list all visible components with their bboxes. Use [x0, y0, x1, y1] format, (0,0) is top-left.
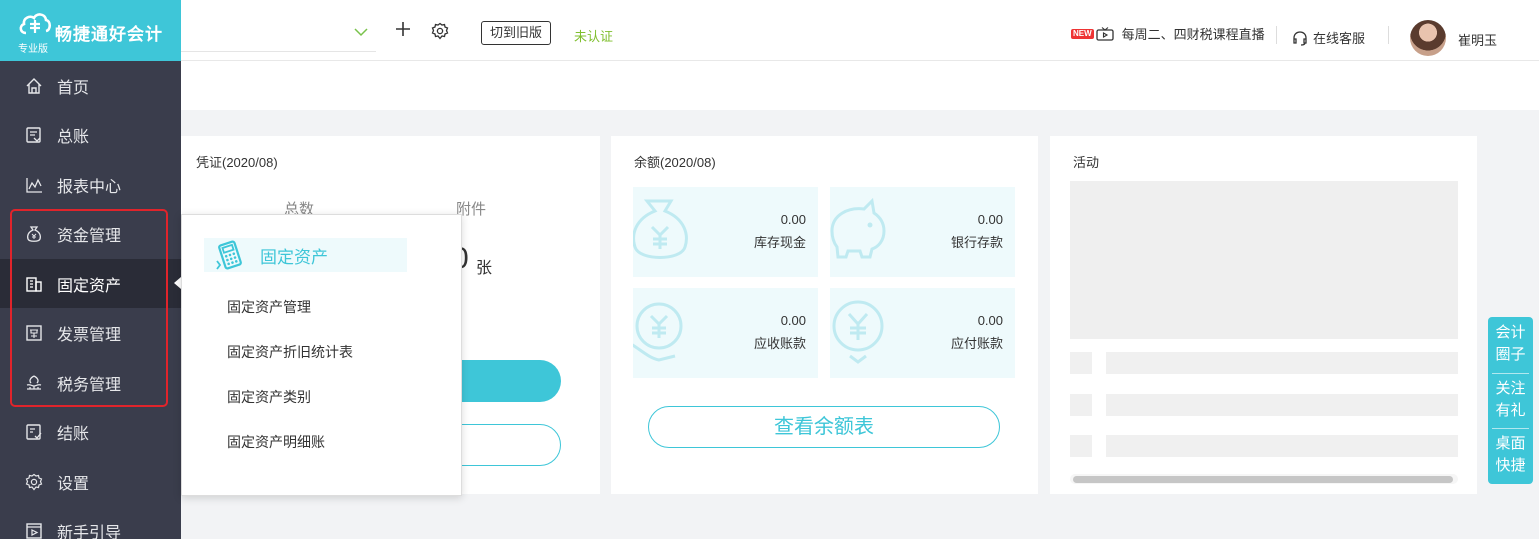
payable-icon [832, 300, 884, 364]
attachment-unit: 张 [476, 260, 493, 277]
calculator-icon [216, 240, 242, 270]
live-course-text: 每周二、四财税课程直播 [1121, 27, 1265, 42]
guide-icon [25, 522, 43, 539]
skeleton-block [1070, 394, 1092, 416]
float-desktop-shortcut[interactable]: 桌面 快捷 [1488, 433, 1533, 477]
balance-card: 余额(2020/08) 0.00 库存现金 0.00 银行存款 0.00 应收账… [611, 136, 1038, 494]
submenu-item-asset-ledger[interactable]: 固定资产明细账 [227, 432, 325, 452]
divider [1276, 26, 1277, 44]
submenu-title: 固定资产 [260, 247, 328, 267]
float-line: 快捷 [1495, 457, 1526, 474]
account-set-select[interactable] [181, 14, 376, 52]
tv-icon [1096, 26, 1114, 41]
fixed-assets-submenu: 固定资产 固定资产管理 固定资产折旧统计表 固定资产类别 固定资产明细账 [181, 214, 462, 496]
submenu-item-depreciation-report[interactable]: 固定资产折旧统计表 [227, 342, 353, 362]
balance-tile-payable[interactable]: 0.00 应付账款 [830, 288, 1015, 378]
closing-icon [25, 423, 43, 441]
balance-tile-receivable[interactable]: 0.00 应收账款 [633, 288, 818, 378]
online-support-text: 在线客服 [1313, 31, 1366, 46]
sidebar-item-reports[interactable]: 报表中心 [0, 160, 181, 209]
sidebar-item-label: 设置 [57, 475, 90, 493]
balance-amount: 0.00 [977, 313, 1003, 328]
user-name[interactable]: 崔明玉 [1458, 30, 1497, 49]
float-line: 桌面 [1495, 435, 1526, 452]
sidebar-item-closing[interactable]: 结账 [0, 407, 181, 456]
float-line: 关注 [1495, 380, 1526, 397]
sidebar-item-label: 总账 [57, 128, 90, 146]
sidebar: 畅捷通好会计 专业版 首页 总账 报表中心 资金管理 固定资产 发票管理 税务管… [0, 0, 181, 539]
float-line: 会计 [1495, 324, 1526, 341]
plus-icon [396, 22, 410, 36]
cloud-logo-icon [19, 13, 52, 35]
balance-tile-cash[interactable]: 0.00 库存现金 [633, 187, 818, 277]
card-title: 活动 [1073, 155, 1100, 170]
activity-banner-placeholder [1070, 181, 1458, 339]
balance-label: 应付账款 [950, 336, 1003, 351]
sidebar-item-label: 新手引导 [57, 524, 122, 539]
ledger-icon [25, 126, 43, 144]
gear-icon [431, 22, 449, 40]
settings-button[interactable] [431, 22, 449, 40]
online-support-link[interactable]: 在线客服 [1292, 28, 1365, 47]
float-line: 有礼 [1495, 402, 1526, 419]
skeleton-line [1106, 435, 1458, 457]
sidebar-item-label: 首页 [57, 79, 90, 97]
sidebar-item-settings[interactable]: 设置 [0, 457, 181, 506]
sidebar-item-label: 报表中心 [57, 178, 122, 196]
brand-logo[interactable]: 畅捷通好会计 专业版 [0, 0, 181, 61]
balance-amount: 0.00 [977, 212, 1003, 227]
highlight-box [10, 209, 168, 407]
balance-tile-bank[interactable]: 0.00 银行存款 [830, 187, 1015, 277]
avatar[interactable] [1410, 20, 1446, 56]
balance-label: 银行存款 [950, 235, 1003, 250]
balance-amount: 0.00 [780, 313, 806, 328]
view-balance-sheet-button[interactable]: 查看余额表 [648, 406, 1000, 448]
skeleton-line [1106, 352, 1458, 374]
submenu-item-asset-categories[interactable]: 固定资产类别 [227, 387, 311, 407]
switch-old-version-button[interactable]: 切到旧版 [481, 21, 552, 45]
submenu-item-asset-management[interactable]: 固定资产管理 [227, 297, 311, 317]
cash-bag-icon [633, 199, 688, 259]
float-line: 圈子 [1495, 346, 1526, 363]
brand-name: 畅捷通好会计 [55, 25, 163, 44]
breadcrumb-strip [181, 61, 1539, 110]
submenu-header: 固定资产 [204, 238, 407, 272]
skeleton-block [1070, 435, 1092, 457]
chevron-down-icon [354, 24, 368, 40]
headset-icon [1293, 30, 1307, 46]
piggy-bank-icon [830, 197, 886, 259]
skeleton-block [1070, 352, 1092, 374]
float-accounting-circle[interactable]: 会计 圈子 [1488, 322, 1533, 366]
sidebar-item-ledger[interactable]: 总账 [0, 110, 181, 159]
card-title: 凭证(2020/08) [196, 155, 278, 170]
scrollbar-thumb[interactable] [1073, 476, 1453, 483]
new-badge: NEW [1071, 28, 1094, 39]
sidebar-item-label: 结账 [57, 425, 90, 443]
brand-edition: 专业版 [18, 44, 48, 55]
skeleton-line [1106, 394, 1458, 416]
balance-label: 库存现金 [753, 235, 806, 250]
activity-card: 活动 [1050, 136, 1477, 494]
balance-amount: 0.00 [780, 212, 806, 227]
home-icon [25, 77, 43, 95]
card-title: 余额(2020/08) [634, 155, 716, 170]
gear-icon [25, 473, 43, 491]
floating-side-bar: 会计 圈子 关注 有礼 桌面 快捷 [1488, 317, 1533, 484]
float-follow-gift[interactable]: 关注 有礼 [1488, 378, 1533, 422]
top-bar: 切到旧版 未认证 NEW 每周二、四财税课程直播 在线客服 崔明玉 [181, 0, 1539, 61]
receivable-icon [633, 302, 683, 362]
sidebar-item-guide[interactable]: 新手引导 [0, 506, 181, 539]
divider [1492, 373, 1529, 374]
divider [1492, 428, 1529, 429]
balance-label: 应收账款 [753, 336, 806, 351]
live-course-link[interactable]: NEW 每周二、四财税课程直播 [1071, 24, 1265, 43]
add-button[interactable] [395, 19, 411, 41]
chart-icon [25, 176, 43, 194]
sidebar-item-home[interactable]: 首页 [0, 61, 181, 110]
divider [1388, 26, 1389, 44]
certification-status[interactable]: 未认证 [574, 26, 613, 45]
